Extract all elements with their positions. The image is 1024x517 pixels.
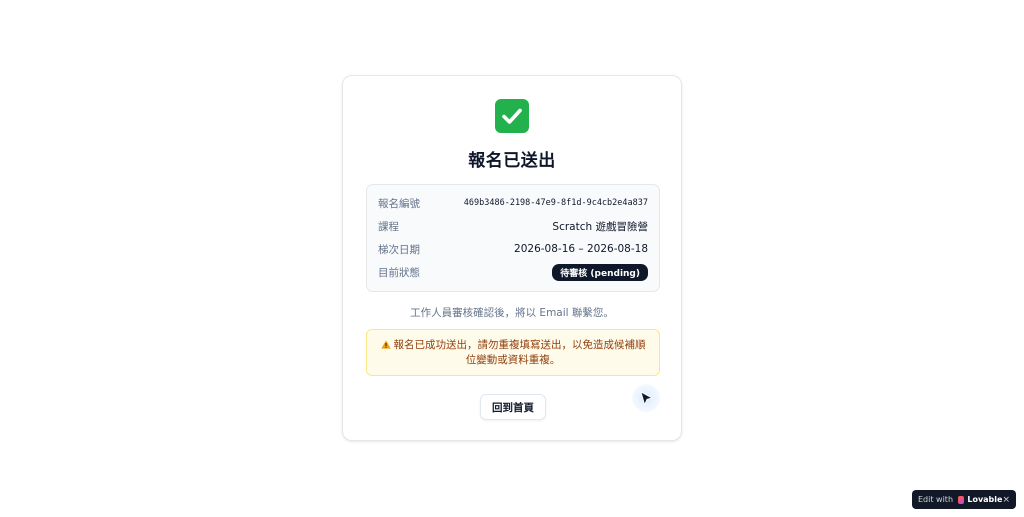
detail-row-course: 課程 Scratch 遊戲冒險營 [378, 217, 648, 235]
warning-icon [380, 339, 391, 349]
session-dates-value: 2026-08-16 – 2026-08-18 [514, 243, 648, 255]
review-notice: 工作人員審核確認後，將以 Email 聯繫您。 [410, 307, 614, 319]
confirmation-card: 報名已送出 報名編號 469b3486-2198-47e9-8f1d-9c4cb… [342, 75, 682, 441]
detail-label: 目前狀態 [378, 266, 420, 279]
detail-row-registration-id: 報名編號 469b3486-2198-47e9-8f1d-9c4cb2e4a83… [378, 194, 648, 212]
detail-label: 梯次日期 [378, 243, 420, 256]
pointer-cursor-icon [640, 391, 653, 405]
registration-id-value: 469b3486-2198-47e9-8f1d-9c4cb2e4a837 [463, 198, 648, 208]
edit-with-label: Edit with [918, 495, 954, 504]
close-icon[interactable]: × [1002, 495, 1010, 505]
page-title: 報名已送出 [468, 151, 556, 171]
registration-details: 報名編號 469b3486-2198-47e9-8f1d-9c4cb2e4a83… [366, 184, 660, 292]
course-value: Scratch 遊戲冒險營 [552, 220, 648, 233]
detail-label: 課程 [378, 220, 399, 233]
warning-alert: 報名已成功送出，請勿重複填寫送出，以免造成候補順位變動或資料重複。 [366, 329, 660, 376]
lovable-brand: Lovable [967, 495, 1003, 504]
lovable-logo-icon [958, 495, 965, 504]
edit-with-lovable-badge[interactable]: Edit with Lovable × [912, 490, 1016, 509]
page: 報名已送出 報名編號 469b3486-2198-47e9-8f1d-9c4cb… [0, 0, 1024, 517]
back-to-home-button[interactable]: 回到首頁 [480, 394, 546, 420]
detail-label: 報名編號 [378, 197, 420, 210]
warning-text: 報名已成功送出，請勿重複填寫送出，以免造成候補順位變動或資料重複。 [393, 338, 646, 366]
status-badge: 待審核 (pending) [552, 263, 648, 281]
warning-content: 報名已成功送出，請勿重複填寫送出，以免造成候補順位變動或資料重複。 [379, 338, 647, 368]
check-mark-button-icon [495, 99, 529, 133]
detail-row-status: 目前狀態 待審核 (pending) [378, 263, 648, 281]
detail-row-session-dates: 梯次日期 2026-08-16 – 2026-08-18 [378, 240, 648, 258]
